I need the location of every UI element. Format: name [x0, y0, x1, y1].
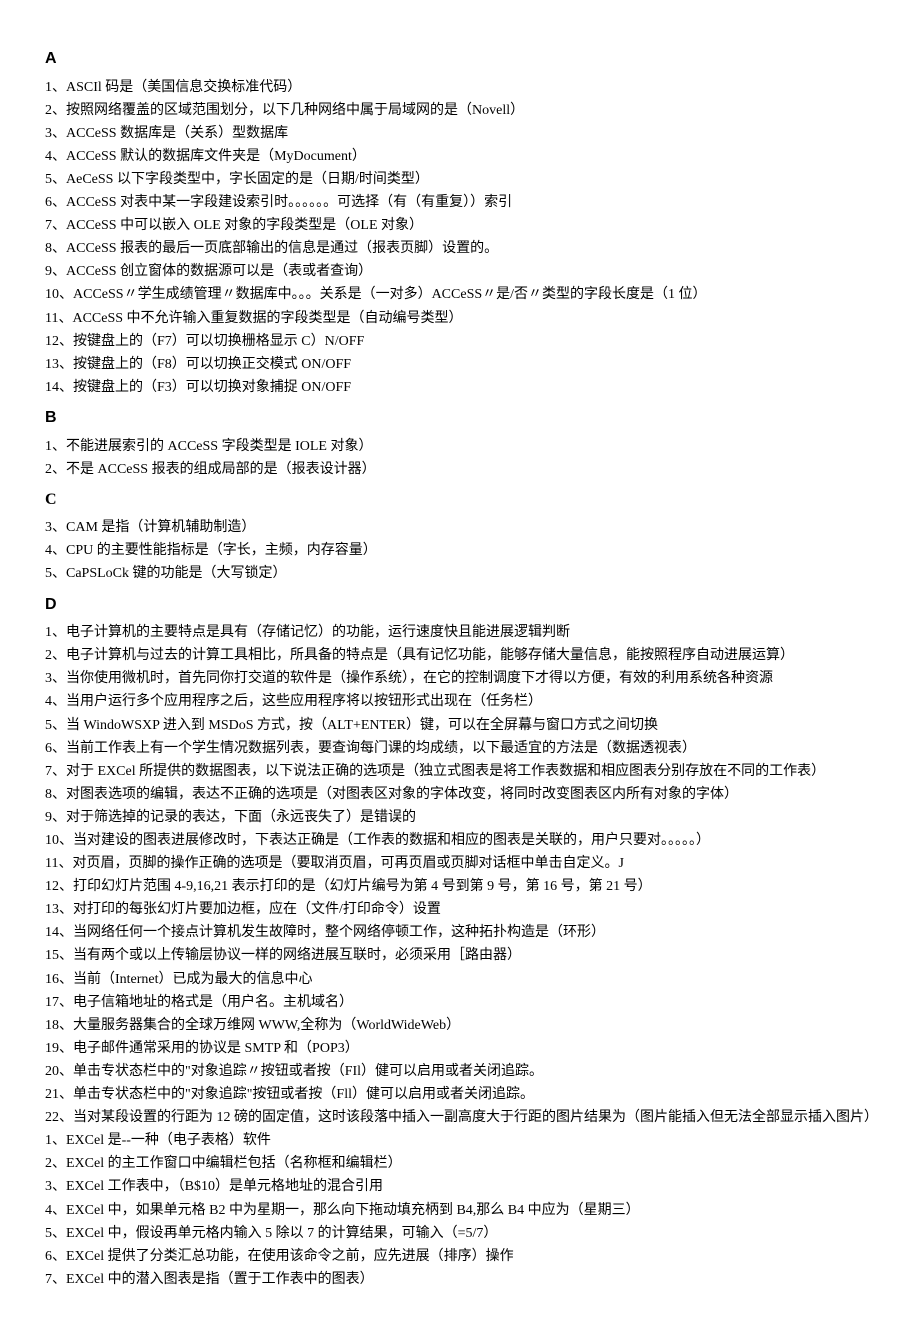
list-item: 7、EXCel 中的潜入图表是指（置于工作表中的图表）	[45, 1268, 875, 1291]
list-item: 4、CPU 的主要性能指标是（字长，主频，内存容量）	[45, 539, 875, 562]
list-item: 17、电子信箱地址的格式是（用户名。主机域名）	[45, 991, 875, 1014]
list-item: 2、按照网络覆盖的区域范围划分，以下几种网络中属于局域网的是（Novell）	[45, 99, 875, 122]
list-item: 5、AeCeSS 以下字段类型中，字长固定的是（日期/时间类型）	[45, 168, 875, 191]
list-item: 8、对图表选项的编辑，表达不正确的选项是（对图表区对象的字体改变，将同时改变图表…	[45, 783, 875, 806]
list-item: 14、按键盘上的（F3）可以切换对象捕捉 ON/OFF	[45, 376, 875, 399]
list-item: 20、单击专状态栏中的"对象追踪〃按钮或者按（FIl）健可以启用或者关闭追踪。	[45, 1060, 875, 1083]
list-item: 14、当网络任何一个接点计算机发生故障时，整个网络停顿工作，这种拓扑构造是（环形…	[45, 921, 875, 944]
list-item: 13、按键盘上的（F8）可以切换正交模式 ON/OFF	[45, 353, 875, 376]
list-item: 3、当你使用微机时，首先同你打交道的软件是（操作系统），在它的控制调度下才得以方…	[45, 667, 875, 690]
list-item: 1、不能进展索引的 ACCeSS 字段类型是 IOLE 对象）	[45, 435, 875, 458]
list-item: 1、电子计算机的主要特点是具有（存储记忆）的功能，运行速度快且能进展逻辑判断	[45, 621, 875, 644]
list-item: 4、当用户运行多个应用程序之后，这些应用程序将以按钮形式出现在（任务栏）	[45, 690, 875, 713]
list-item: 13、对打印的每张幻灯片要加边框，应在（文件/打印命令）设置	[45, 898, 875, 921]
list-item: 18、大量服务器集合的全球万维网 WWW,全称为（WorldWideWeb）	[45, 1014, 875, 1037]
list-item: 3、ACCeSS 数据库是（关系）型数据库	[45, 122, 875, 145]
list-item: 12、按键盘上的（F7）可以切换栅格显示 C）N/OFF	[45, 330, 875, 353]
section-header: B	[45, 405, 875, 431]
list-item: 9、对于筛选掉的记录的表达，下面（永远丧失了）是错误的	[45, 806, 875, 829]
list-item: 2、EXCel 的主工作窗口中编辑栏包括（名称框和编辑栏）	[45, 1152, 875, 1175]
list-item: 10、当对建设的图表进展修改时，下表达正确是（工作表的数据和相应的图表是关联的，…	[45, 829, 875, 852]
list-item: 2、不是 ACCeSS 报表的组成局部的是（报表设计器）	[45, 458, 875, 481]
list-item: 7、对于 EXCel 所提供的数据图表，以下说法正确的选项是（独立式图表是将工作…	[45, 760, 875, 783]
list-item: 3、CAM 是指（计算机辅助制造）	[45, 516, 875, 539]
document-content: A 1、ASCIl 码是（美国信息交换标准代码）2、按照网络覆盖的区域范围划分，以…	[45, 46, 875, 1291]
list-item: 5、CaPSLoCk 键的功能是（大写锁定）	[45, 562, 875, 585]
list-item: 5、当 WindoWSXP 进入到 MSDoS 方式，按（ALT+ENTER）键…	[45, 714, 875, 737]
list-item: 6、当前工作表上有一个学生情况数据列表，要查询每门课的均成绩，以下最适宜的方法是…	[45, 737, 875, 760]
section-header: C	[45, 487, 875, 513]
list-item: 6、ACCeSS 对表中某一字段建设索引时。。。。。。可选择（有（有重复））索引	[45, 191, 875, 214]
list-item: 6、EXCel 提供了分类汇总功能，在使用该命令之前，应先进展（排序）操作	[45, 1245, 875, 1268]
list-item: 22、当对某段设置的行距为 12 磅的固定值，这时该段落中插入一副高度大于行距的…	[45, 1106, 875, 1152]
section-header: D	[45, 592, 875, 618]
list-item: 11、对页眉，页脚的操作正确的选项是（要取消页眉，可再页眉或页脚对话框中单击自定…	[45, 852, 875, 875]
list-item: 3、EXCel 工作表中，（B$10）是单元格地址的混合引用	[45, 1175, 875, 1198]
list-item: 2、电子计算机与过去的计算工具相比，所具备的特点是（具有记忆功能，能够存储大量信…	[45, 644, 875, 667]
list-item: 5、EXCel 中，假设再单元格内输入 5 除以 7 的计算结果，可输入（=5/…	[45, 1222, 875, 1245]
list-item: 12、打印幻灯片范围 4-9,16,21 表示打印的是（幻灯片编号为第 4 号到…	[45, 875, 875, 898]
list-item: 21、单击专状态栏中的"对象追踪"按钮或者按（Fll）健可以启用或者关闭追踪。	[45, 1083, 875, 1106]
list-item: 8、ACCeSS 报表的最后一页底部输出的信息是通过（报表页脚）设置的。	[45, 237, 875, 260]
list-item: 4、EXCel 中，如果单元格 B2 中为星期一，那么向下拖动填充柄到 B4,那…	[45, 1199, 875, 1222]
list-item: 4、ACCeSS 默认的数据库文件夹是（MyDocument）	[45, 145, 875, 168]
list-item: 7、ACCeSS 中可以嵌入 OLE 对象的字段类型是（OLE 对象）	[45, 214, 875, 237]
list-item: 16、当前（Internet）已成为最大的信息中心	[45, 968, 875, 991]
list-item: 15、当有两个或以上传输层协议一样的网络进展互联时，必须采用［路由器）	[45, 944, 875, 967]
section-header: A	[45, 46, 875, 72]
list-item: 9、ACCeSS 创立窗体的数据源可以是（表或者查询）	[45, 260, 875, 283]
list-item: 10、ACCeSS〃学生成绩管理〃数据库中。。。关系是（一对多）ACCeSS〃是…	[45, 283, 875, 306]
list-item: 1、ASCIl 码是（美国信息交换标准代码）	[45, 76, 875, 99]
list-item: 11、ACCeSS 中不允许输入重复数据的字段类型是（自动编号类型）	[45, 307, 875, 330]
list-item: 19、电子邮件通常采用的协议是 SMTP 和（POP3）	[45, 1037, 875, 1060]
